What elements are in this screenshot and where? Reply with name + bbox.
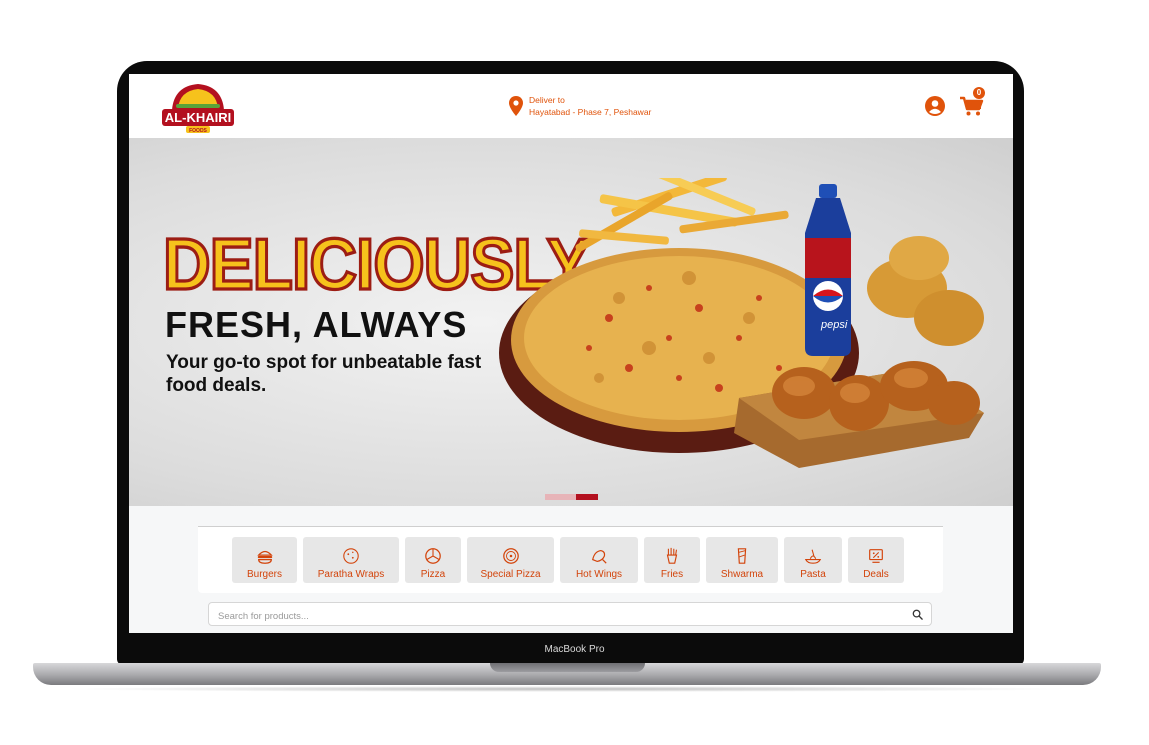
deals-icon (869, 549, 883, 563)
category-label: Fries (660, 569, 684, 580)
category-shwarma[interactable]: Shwarma (706, 537, 778, 583)
pepsi-bottle-image: pepsi (805, 184, 851, 356)
carousel-dot-2[interactable] (560, 494, 576, 500)
category-pizza[interactable]: Pizza (405, 537, 461, 583)
hero-tagline: Your go-to spot for unbeatable fast food… (166, 352, 482, 396)
category-special-pizza[interactable]: Special Pizza (467, 537, 554, 583)
location-pin-icon (509, 96, 523, 116)
category-deals[interactable]: Deals (848, 537, 904, 583)
browser-screen: AL-KHAIRI FOODS Deliver to Hayatabad - P… (129, 74, 1013, 633)
logo-subtext: FOODS (189, 128, 207, 134)
paratha-icon (343, 548, 359, 564)
cart-count-badge: 0 (973, 87, 985, 99)
carousel-dot-1[interactable] (545, 494, 560, 500)
search-input[interactable] (216, 607, 900, 625)
category-label: Hot Wings (575, 569, 623, 580)
category-section: Burgers Paratha Wraps Pizza Special Pizz… (129, 506, 1013, 633)
logo-text: AL-KHAIRI (165, 110, 231, 125)
carousel-dot-active[interactable] (576, 494, 598, 500)
pizza-icon (425, 548, 441, 564)
wings-icon (592, 550, 607, 564)
food-platter-image: pepsi (499, 178, 984, 468)
category-label: Shwarma (720, 569, 764, 580)
special-pizza-icon (502, 548, 519, 564)
deliver-location-text: Hayatabad - Phase 7, Peshawar (529, 107, 652, 117)
pasta-icon (804, 549, 822, 564)
category-label: Special Pizza (480, 569, 541, 580)
burger-icon (256, 550, 273, 564)
fries-image (575, 178, 789, 252)
fries-icon (666, 547, 678, 564)
category-label: Deals (863, 569, 889, 580)
carousel-indicators (545, 494, 598, 500)
deliver-label: Deliver to (529, 95, 565, 105)
category-fries[interactable]: Fries (644, 537, 700, 583)
laptop-shadow (60, 686, 1074, 692)
shwarma-icon (737, 548, 747, 564)
category-label: Pasta (800, 569, 826, 580)
category-paratha-wraps[interactable]: Paratha Wraps (303, 537, 399, 583)
site-header: AL-KHAIRI FOODS Deliver to Hayatabad - P… (129, 74, 1013, 138)
category-label: Paratha Wraps (317, 569, 385, 580)
product-search-box[interactable] (208, 602, 932, 626)
laptop-notch (490, 663, 645, 672)
category-hot-wings[interactable]: Hot Wings (560, 537, 638, 583)
category-label: Burgers (246, 569, 282, 580)
user-account-icon[interactable] (925, 96, 945, 116)
search-icon[interactable] (912, 609, 923, 620)
brand-logo[interactable]: AL-KHAIRI FOODS (160, 80, 236, 136)
category-label: Pizza (420, 569, 446, 580)
hero-banner[interactable]: DELICIOUSLY FRESH, ALWAYS Your go-to spo… (129, 138, 1013, 506)
category-bar: Burgers Paratha Wraps Pizza Special Pizz… (198, 526, 943, 593)
hero-subheadline: FRESH, ALWAYS (165, 304, 468, 345)
category-burgers[interactable]: Burgers (232, 537, 297, 583)
category-pasta[interactable]: Pasta (784, 537, 842, 583)
delivery-location[interactable]: Deliver to Hayatabad - Phase 7, Peshawar (509, 94, 651, 118)
device-label: MacBook Pro (544, 644, 605, 655)
bottle-label: pepsi (820, 319, 848, 331)
